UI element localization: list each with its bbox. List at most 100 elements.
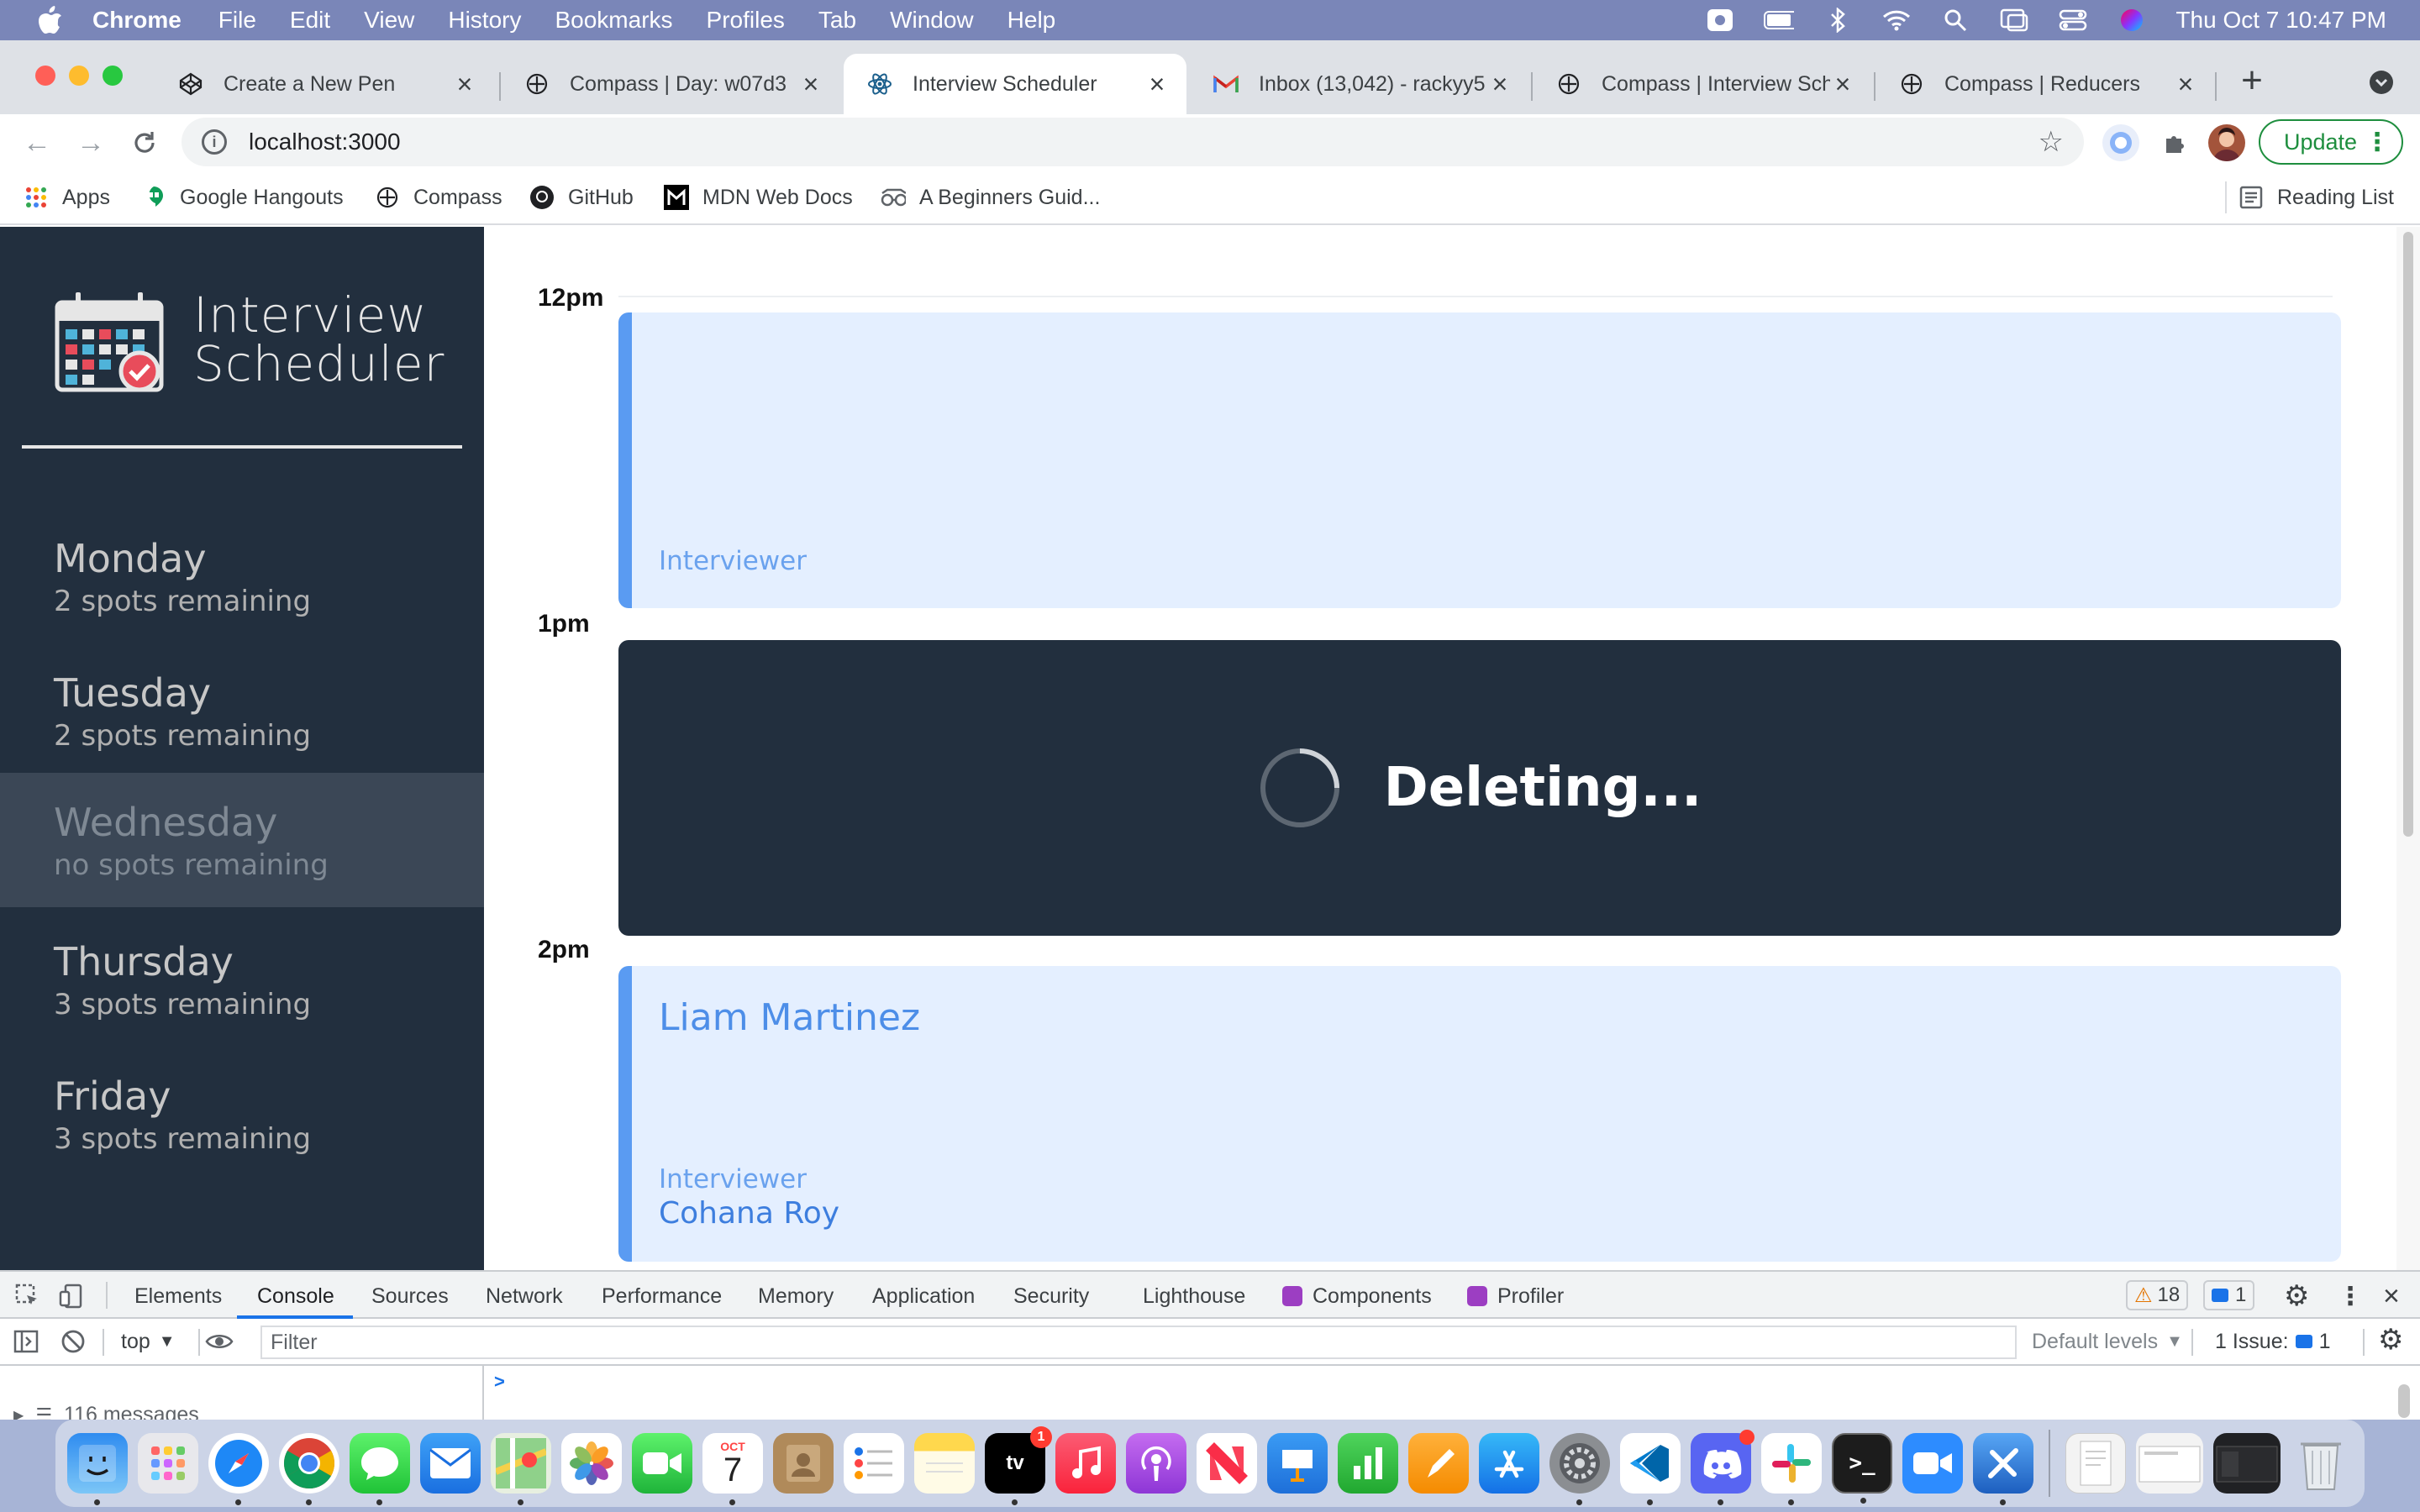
chrome-icon[interactable] bbox=[279, 1433, 339, 1505]
devtools-settings-icon[interactable]: ⚙ bbox=[2284, 1280, 2309, 1312]
app-store-icon[interactable] bbox=[1479, 1433, 1539, 1494]
news-icon[interactable] bbox=[1197, 1433, 1257, 1494]
recent-window-icon[interactable] bbox=[2213, 1433, 2281, 1494]
bookmark-apps[interactable]: Apps bbox=[24, 181, 110, 213]
close-tab-icon[interactable]: × bbox=[1487, 69, 1512, 99]
facetime-icon[interactable] bbox=[632, 1433, 692, 1494]
issues-button[interactable]: 1 Issue: 1 bbox=[2215, 1329, 2330, 1354]
trash-icon[interactable] bbox=[2291, 1433, 2351, 1494]
reminders-icon[interactable] bbox=[844, 1433, 904, 1494]
appointment-booked[interactable]: Liam Martinez Interviewer Cohana Roy bbox=[618, 966, 2341, 1262]
warnings-badge[interactable]: ⚠ 18 bbox=[2126, 1280, 2189, 1310]
devtools-tab-components[interactable]: Components bbox=[1282, 1284, 1432, 1309]
notes-icon[interactable] bbox=[914, 1433, 975, 1494]
safari-icon[interactable] bbox=[208, 1433, 269, 1505]
tab-gmail-inbox[interactable]: Inbox (13,042) - rackyy5 × bbox=[1190, 54, 1529, 114]
day-item-tuesday[interactable]: Tuesday 2 spots remaining bbox=[0, 643, 484, 778]
address-bar[interactable]: i localhost:3000 ☆ bbox=[182, 118, 2084, 166]
new-tab-button[interactable]: + bbox=[2235, 60, 2269, 101]
inspect-element-icon[interactable] bbox=[15, 1284, 40, 1309]
devtools-tab-security[interactable]: Security bbox=[1013, 1284, 1089, 1309]
back-button[interactable]: ← bbox=[17, 123, 57, 163]
music-icon[interactable] bbox=[1055, 1433, 1116, 1494]
keynote-icon[interactable] bbox=[1267, 1433, 1328, 1494]
close-tab-icon[interactable]: × bbox=[1144, 69, 1170, 99]
system-preferences-icon[interactable] bbox=[1549, 1433, 1610, 1505]
reading-list-button[interactable]: Reading List bbox=[2238, 181, 2394, 213]
forward-button[interactable]: → bbox=[71, 123, 111, 163]
finder-icon[interactable] bbox=[67, 1433, 128, 1505]
launchpad-icon[interactable] bbox=[138, 1433, 198, 1494]
devtools-tab-console[interactable]: Console bbox=[257, 1284, 334, 1309]
bookmark-mdn[interactable]: MDN Web Docs bbox=[664, 181, 853, 213]
menu-app-name[interactable]: Chrome bbox=[92, 7, 182, 34]
menu-file[interactable]: File bbox=[218, 7, 256, 34]
page-scrollbar[interactable] bbox=[2396, 227, 2420, 1270]
mail-icon[interactable] bbox=[420, 1433, 481, 1494]
close-tab-icon[interactable]: × bbox=[1830, 69, 1855, 99]
tab-compass-interview[interactable]: Compass | Interview Sch × bbox=[1533, 54, 1872, 114]
slack-icon[interactable] bbox=[1761, 1433, 1822, 1505]
tab-search-icon[interactable] bbox=[2370, 71, 2393, 94]
control-center-icon[interactable] bbox=[2058, 8, 2088, 33]
clear-console-icon[interactable] bbox=[60, 1329, 86, 1354]
wifi-icon[interactable] bbox=[1881, 8, 1912, 33]
vscode-icon[interactable] bbox=[1620, 1433, 1681, 1505]
apple-icon[interactable] bbox=[34, 3, 67, 37]
numbers-icon[interactable] bbox=[1338, 1433, 1398, 1494]
screen-record-icon[interactable] bbox=[1705, 8, 1735, 33]
log-levels-dropdown[interactable]: Default levels ▼ bbox=[2032, 1329, 2183, 1354]
tab-interview-scheduler[interactable]: Interview Scheduler × bbox=[844, 54, 1186, 114]
bookmark-github[interactable]: GitHub bbox=[529, 181, 634, 213]
context-selector[interactable]: top ▼ bbox=[121, 1329, 176, 1354]
spotlight-search-icon[interactable] bbox=[1940, 8, 1970, 33]
update-button[interactable]: Update ⋮ bbox=[2259, 119, 2403, 165]
maps-icon[interactable] bbox=[491, 1433, 551, 1505]
devtools-tab-sources[interactable]: Sources bbox=[371, 1284, 449, 1309]
menu-view[interactable]: View bbox=[364, 7, 414, 34]
bookmark-beginners-guide[interactable]: A Beginners Guid... bbox=[881, 181, 1100, 213]
siri-icon[interactable] bbox=[2117, 8, 2147, 33]
messages-icon[interactable] bbox=[350, 1433, 410, 1505]
close-tab-icon[interactable]: × bbox=[452, 69, 477, 99]
bluetooth-icon[interactable] bbox=[1823, 8, 1853, 33]
scrollbar-thumb[interactable] bbox=[2403, 232, 2413, 837]
tab-compass-reducers[interactable]: Compass | Reducers × bbox=[1876, 54, 2215, 114]
close-window-button[interactable] bbox=[35, 66, 55, 86]
site-info-icon[interactable]: i bbox=[202, 129, 227, 155]
console-sidebar-toggle-icon[interactable] bbox=[13, 1329, 39, 1354]
appointment-empty[interactable]: Interviewer bbox=[618, 312, 2341, 608]
extensions-puzzle-icon[interactable] bbox=[2156, 124, 2193, 161]
devtools-tab-performance[interactable]: Performance bbox=[602, 1284, 722, 1309]
device-toolbar-icon[interactable] bbox=[59, 1284, 84, 1309]
day-item-friday[interactable]: Friday 3 spots remaining bbox=[0, 1047, 484, 1181]
day-item-thursday[interactable]: Thursday 3 spots remaining bbox=[0, 912, 484, 1047]
apple-tv-icon[interactable]: tv 1 bbox=[985, 1426, 1052, 1505]
menu-tab[interactable]: Tab bbox=[818, 7, 856, 34]
battery-icon[interactable] bbox=[1764, 8, 1795, 33]
messages-badge[interactable]: 1 bbox=[2203, 1280, 2255, 1310]
menu-window[interactable]: Window bbox=[890, 7, 974, 34]
url-text[interactable]: localhost:3000 bbox=[249, 129, 401, 155]
document-stack-icon[interactable] bbox=[2065, 1433, 2126, 1494]
calendar-icon[interactable]: OCT 7 bbox=[702, 1433, 763, 1505]
menu-history[interactable]: History bbox=[448, 7, 521, 34]
bookmark-compass[interactable]: Compass bbox=[375, 181, 502, 213]
devtools-more-icon[interactable]: ⋮ bbox=[2338, 1283, 2363, 1310]
discord-icon[interactable] bbox=[1691, 1430, 1754, 1505]
zoom-window-button[interactable] bbox=[103, 66, 123, 86]
screen-mirroring-icon[interactable] bbox=[1999, 8, 2029, 33]
tab-create-new-pen[interactable]: Create a New Pen × bbox=[155, 54, 494, 114]
tab-compass-day[interactable]: Compass | Day: w07d3 × bbox=[501, 54, 840, 114]
close-tab-icon[interactable]: × bbox=[798, 69, 823, 99]
contacts-icon[interactable] bbox=[773, 1433, 834, 1494]
podcasts-icon[interactable] bbox=[1126, 1433, 1186, 1494]
console-prompt[interactable]: > bbox=[494, 1371, 505, 1393]
day-item-wednesday[interactable]: Wednesday no spots remaining bbox=[0, 773, 484, 907]
profile-avatar[interactable] bbox=[2208, 124, 2245, 161]
devtools-tab-profiler[interactable]: Profiler bbox=[1467, 1284, 1564, 1309]
pages-icon[interactable] bbox=[1408, 1433, 1469, 1494]
menu-edit[interactable]: Edit bbox=[290, 7, 330, 34]
menu-profiles[interactable]: Profiles bbox=[707, 7, 785, 34]
reload-button[interactable] bbox=[124, 123, 165, 163]
